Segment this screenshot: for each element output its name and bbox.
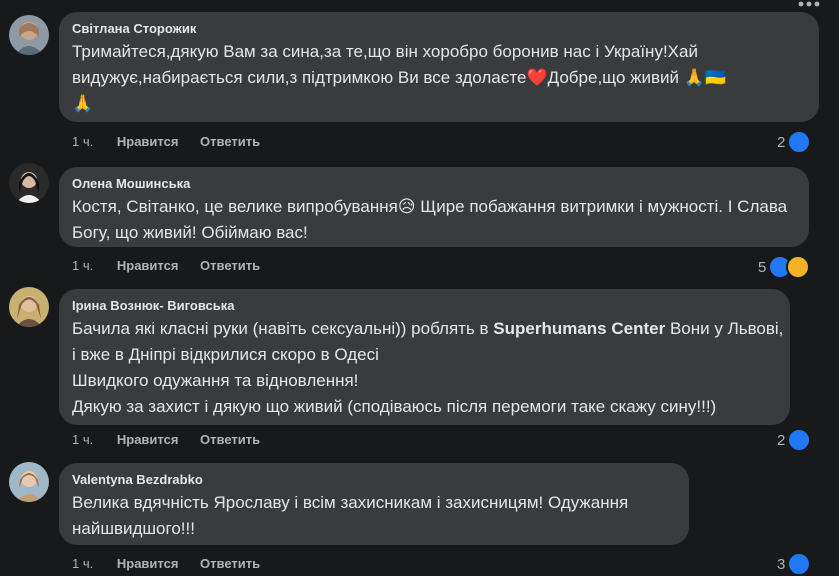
comment-text: Бачила які класні руки (навіть сексуальн… [72, 319, 784, 416]
comment-text: Костя, Світанко, це велике випробування😥… [72, 197, 788, 242]
sad-emoji: 😥 [397, 197, 416, 217]
like-button[interactable]: Нравится [117, 258, 179, 273]
ukraine-flag-emoji: 🇺🇦 [704, 68, 727, 88]
reaction-count: 2 [777, 431, 786, 449]
avatar[interactable] [9, 287, 49, 327]
comment-author[interactable]: Світлана Сторожик [72, 20, 807, 37]
comment-author[interactable]: Олена Мошинська [72, 175, 797, 192]
comment-text: Велика вдячність Ярославу і всім захисни… [72, 493, 629, 538]
comment-author[interactable]: Ірина Вознюк- Виговська [72, 297, 778, 314]
care-reaction-icon [786, 255, 811, 279]
comment-actions: 1 ч. Нравится Ответить [72, 134, 278, 149]
comment-bubble: Олена Мошинська Костя, Світанко, це вели… [59, 167, 809, 247]
comment-time[interactable]: 1 ч. [72, 134, 93, 149]
reaction-count: 3 [777, 555, 786, 573]
comment-author[interactable]: Valentyna Bezdrabko [72, 471, 677, 488]
like-reaction-icon [787, 130, 812, 154]
comment-time[interactable]: 1 ч. [72, 432, 93, 447]
comment-text: Тримайтеся,дякую Вам за сина,за те,що ві… [72, 42, 727, 114]
like-reaction-icon [787, 552, 812, 576]
like-button[interactable]: Нравится [117, 556, 179, 571]
reactions-summary[interactable]: 2 [777, 428, 812, 452]
reply-button[interactable]: Ответить [200, 134, 260, 149]
reactions-summary[interactable]: 5 [758, 255, 811, 279]
avatar[interactable] [9, 462, 49, 502]
heart-emoji: ❤️ [526, 68, 548, 88]
like-button[interactable]: Нравится [117, 432, 179, 447]
reply-button[interactable]: Ответить [200, 556, 260, 571]
reactions-summary[interactable]: 2 [777, 130, 812, 154]
more-options-icon[interactable] [793, 0, 825, 20]
avatar[interactable] [9, 163, 49, 203]
comment-actions: 1 ч. Нравится Ответить [72, 556, 278, 571]
pray-emoji: 🙏 [683, 68, 705, 88]
reactions-summary[interactable]: 3 [777, 552, 812, 576]
comment-actions: 1 ч. Нравится Ответить [72, 432, 278, 447]
reply-button[interactable]: Ответить [200, 432, 260, 447]
superhumans-center-link[interactable]: Superhumans Center [493, 319, 665, 338]
comment-time[interactable]: 1 ч. [72, 258, 93, 273]
comment-bubble: Ірина Вознюк- Виговська Бачила які класн… [59, 289, 790, 425]
comment-time[interactable]: 1 ч. [72, 556, 93, 571]
reaction-count: 2 [777, 133, 786, 151]
reply-button[interactable]: Ответить [200, 258, 260, 273]
pray-emoji: 🙏 [72, 94, 94, 114]
like-button[interactable]: Нравится [117, 134, 179, 149]
like-reaction-icon [787, 428, 812, 452]
reaction-count: 5 [758, 258, 767, 276]
comment-actions: 1 ч. Нравится Ответить [72, 258, 278, 273]
comment-bubble: Світлана Сторожик Тримайтеся,дякую Вам з… [59, 12, 819, 122]
comment-bubble: Valentyna Bezdrabko Велика вдячність Яро… [59, 463, 689, 545]
avatar[interactable] [9, 15, 49, 55]
